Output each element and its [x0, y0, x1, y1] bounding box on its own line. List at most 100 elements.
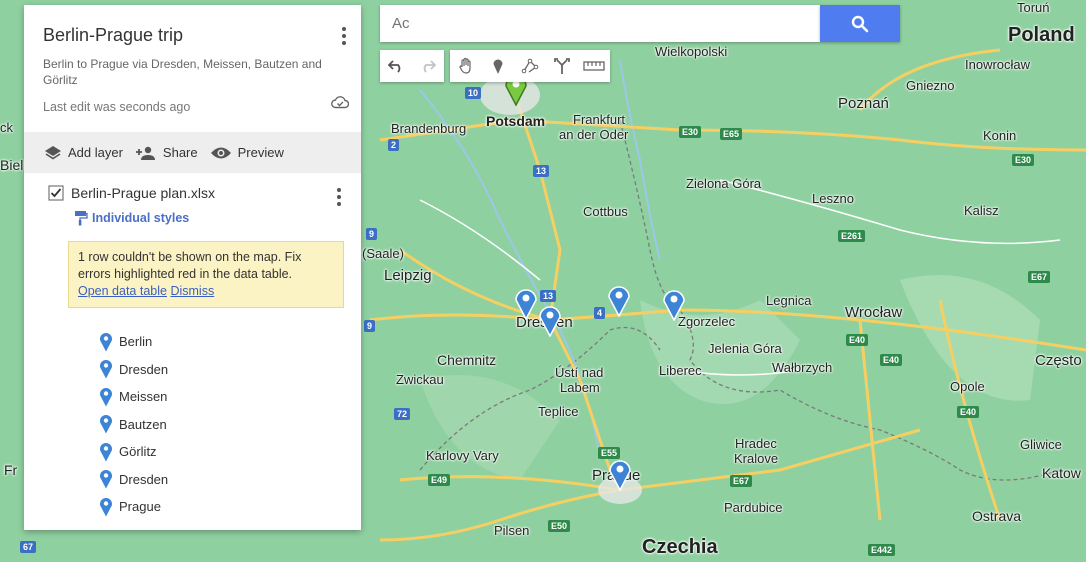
map-label-saale: (Saale) — [362, 246, 404, 261]
road-shield: E67 — [730, 475, 753, 487]
panel-actions: Add layer Share Preview — [24, 132, 361, 173]
list-item[interactable]: Meissen — [99, 383, 342, 411]
map-pin-bautzen[interactable] — [606, 283, 632, 317]
paint-roller-icon — [75, 211, 88, 226]
road-shield: 9 — [364, 320, 376, 332]
map-label-gliwice: Gliwice — [1020, 437, 1062, 452]
map-label-ck: ck — [0, 120, 13, 135]
map-label-wielkopolski: Wielkopolski — [655, 44, 728, 59]
map-label-czesto: Często — [1035, 352, 1082, 369]
individual-styles-label: Individual styles — [92, 211, 190, 225]
import-warning: 1 row couldn't be shown on the map. Fix … — [68, 241, 344, 308]
road-shield: 9 — [366, 228, 378, 240]
place-name: Meissen — [119, 389, 168, 405]
map-label-poznan: Poznań — [838, 95, 889, 112]
more-vert-icon — [337, 188, 341, 193]
map-description[interactable]: Berlin to Prague via Dresden, Meissen, B… — [43, 56, 328, 88]
map-title[interactable]: Berlin-Prague trip — [43, 25, 343, 46]
map-label-legnica: Legnica — [766, 293, 812, 308]
map-label-leipzig: Leipzig — [384, 267, 432, 284]
place-name: Bautzen — [119, 416, 167, 432]
map-label-poland: Poland — [1008, 24, 1075, 46]
layer-options-button[interactable] — [335, 187, 343, 207]
cloud-saved-icon — [331, 96, 349, 109]
place-name: Dresden — [119, 361, 169, 377]
share-button[interactable]: Share — [135, 145, 198, 161]
map-label-jelenia-gora: Jelenia Góra — [708, 341, 782, 356]
measure-button[interactable] — [578, 50, 610, 82]
road-shield: 13 — [540, 290, 557, 302]
list-item[interactable]: Berlin — [99, 328, 342, 356]
redo-button[interactable] — [412, 50, 444, 82]
map-label-konin: Konin — [983, 128, 1017, 143]
map-label-gniezno: Gniezno — [906, 78, 955, 93]
eye-icon — [210, 147, 231, 158]
search-button[interactable] — [820, 5, 900, 42]
map-label-potsdam: Potsdam — [486, 113, 546, 129]
preview-label: Preview — [237, 145, 284, 160]
map-pin-gorlitz[interactable] — [661, 287, 687, 321]
undo-icon — [388, 60, 401, 73]
preview-button[interactable]: Preview — [210, 145, 284, 160]
layer-visibility-checkbox[interactable] — [48, 185, 64, 201]
map-options-button[interactable] — [339, 25, 349, 47]
search-box[interactable] — [380, 5, 820, 42]
map-label-pilsen: Pilsen — [494, 523, 530, 538]
road-shield: E40 — [957, 406, 980, 418]
map-label-leszno: Leszno — [812, 191, 854, 206]
open-data-table-link[interactable]: Open data table — [78, 284, 167, 298]
add-marker-button[interactable] — [482, 50, 514, 82]
list-item[interactable]: Dresden — [99, 356, 342, 384]
layer-name[interactable]: Berlin-Prague plan.xlsx — [71, 185, 215, 201]
place-list: Berlin Dresden Meissen Bautzen Görlitz Dresde… — [48, 328, 342, 521]
road-shield: E65 — [720, 128, 743, 140]
road-shield: E30 — [1012, 154, 1035, 166]
list-item[interactable]: Dresden — [99, 466, 342, 494]
map-label-kralove: Kralove — [734, 451, 779, 466]
add-layer-button[interactable]: Add layer — [44, 145, 123, 161]
map-label-wroclaw: Wrocław — [845, 304, 903, 321]
road-shield: E30 — [679, 126, 702, 138]
list-item[interactable]: Bautzen — [99, 411, 342, 439]
map-label-biel: Biel — [0, 157, 24, 173]
road-shield: 10 — [465, 87, 482, 99]
list-item[interactable]: Prague — [99, 493, 342, 521]
map-label-teplice: Teplice — [538, 404, 579, 419]
share-label: Share — [162, 145, 198, 160]
undo-button[interactable] — [380, 50, 412, 82]
map-pin-dresden[interactable] — [537, 303, 563, 337]
redo-icon — [423, 60, 436, 73]
more-vert-dot — [337, 194, 341, 199]
place-marker-icon — [100, 497, 112, 517]
map-label-torun: Toruń — [1017, 0, 1050, 15]
edit-tools-group — [450, 50, 610, 82]
map-pin-prague[interactable] — [607, 457, 633, 491]
list-item[interactable]: Görlitz — [99, 438, 342, 466]
road-shield: E40 — [880, 354, 903, 366]
place-name: Berlin — [119, 334, 153, 350]
search-icon — [851, 15, 869, 32]
person-add-icon — [135, 146, 155, 160]
more-vert-icon — [342, 26, 346, 31]
layer-section: Berlin-Prague plan.xlsx Individual style… — [24, 173, 361, 521]
place-marker-icon — [100, 415, 112, 434]
draw-line-icon — [521, 58, 539, 74]
dismiss-link[interactable]: Dismiss — [170, 284, 214, 298]
map-label-usti-nad: Ústí nad — [555, 365, 604, 380]
road-shield: 2 — [388, 139, 400, 151]
road-shield: E49 — [428, 474, 451, 486]
road-shield: E50 — [548, 520, 571, 532]
add-layer-label: Add layer — [68, 145, 123, 160]
panel-header: Berlin-Prague trip Berlin to Prague via … — [24, 5, 361, 132]
search-input[interactable] — [380, 5, 820, 42]
map-pin-meissen[interactable] — [513, 286, 539, 320]
select-tool-button[interactable] — [450, 50, 482, 82]
individual-styles-button[interactable]: Individual styles — [74, 210, 342, 226]
directions-button[interactable] — [546, 50, 578, 82]
last-edit-status: Last edit was seconds ago — [43, 100, 191, 114]
map-label-liberec: Liberec — [659, 363, 702, 378]
draw-line-button[interactable] — [514, 50, 546, 82]
marker-icon — [493, 59, 503, 74]
map-label-inowroclaw: Inowrocław — [965, 57, 1031, 72]
layers-icon — [45, 145, 61, 159]
